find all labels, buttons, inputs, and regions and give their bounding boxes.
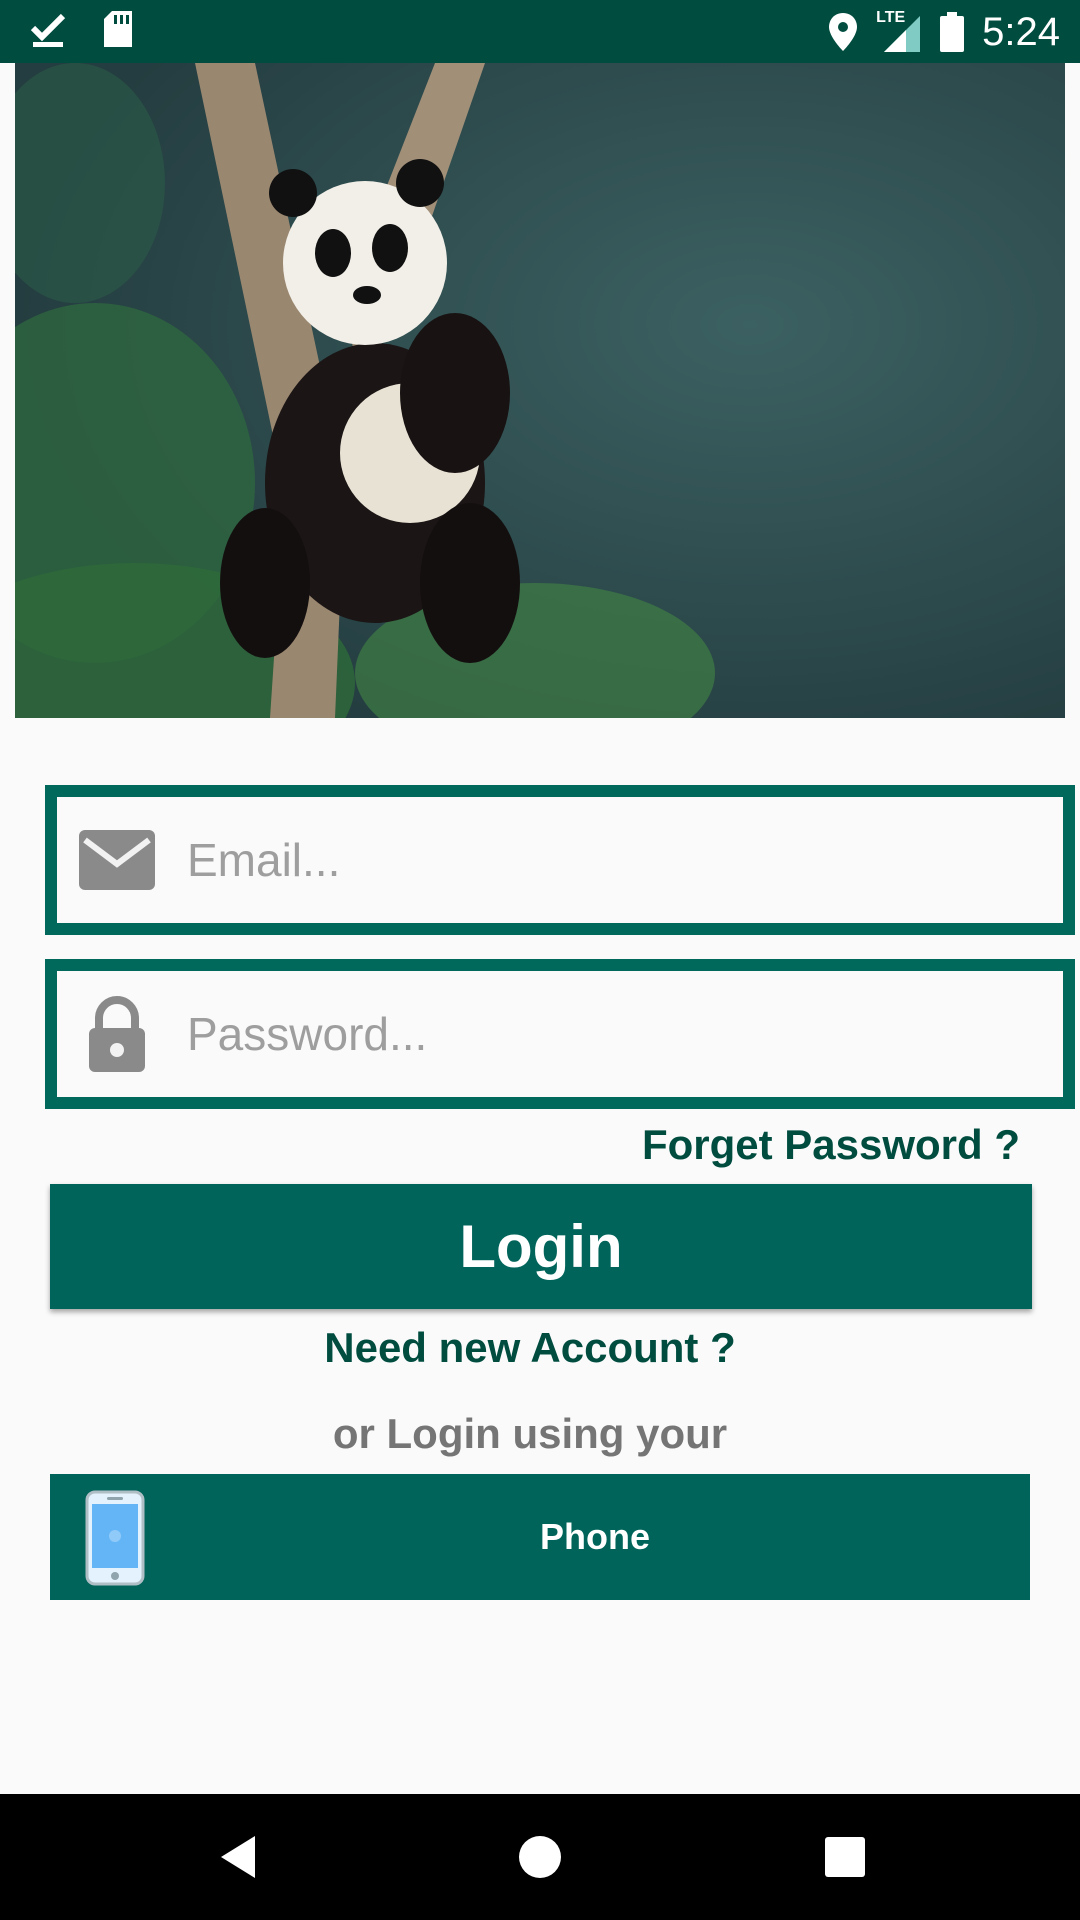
hero-image bbox=[15, 63, 1065, 718]
status-time: 5:24 bbox=[982, 10, 1060, 54]
panda-photo bbox=[15, 63, 1065, 718]
recents-icon[interactable] bbox=[820, 1832, 870, 1882]
phone-button-label: Phone bbox=[539, 1516, 650, 1557]
navigation-bar bbox=[0, 1794, 1080, 1920]
checkmark-icon bbox=[30, 13, 66, 47]
password-placeholder: Password... bbox=[187, 1008, 428, 1060]
status-right: LTE 5:24 bbox=[828, 6, 1060, 58]
lock-icon bbox=[89, 996, 145, 1072]
location-icon bbox=[829, 13, 858, 51]
email-placeholder: Email... bbox=[187, 834, 341, 886]
battery-icon bbox=[940, 12, 965, 52]
home-icon[interactable] bbox=[515, 1832, 565, 1882]
phone-login-button[interactable]: Phone bbox=[50, 1474, 1030, 1600]
signal-icon: LTE bbox=[876, 10, 922, 54]
envelope-icon bbox=[79, 830, 155, 890]
or-login-label: or Login using your bbox=[332, 1410, 728, 1457]
forgot-password-link[interactable]: Forget Password ? bbox=[642, 1118, 1020, 1172]
login-button[interactable]: Login bbox=[50, 1184, 1032, 1309]
password-field[interactable]: Password... bbox=[45, 959, 1075, 1109]
status-bar: LTE 5:24 bbox=[0, 0, 1080, 63]
sd-card-icon bbox=[104, 11, 132, 47]
email-field[interactable]: Email... bbox=[45, 785, 1075, 935]
status-left bbox=[30, 10, 134, 48]
need-account-link[interactable]: Need new Account ? bbox=[0, 1320, 1060, 1376]
back-icon[interactable] bbox=[215, 1832, 265, 1882]
